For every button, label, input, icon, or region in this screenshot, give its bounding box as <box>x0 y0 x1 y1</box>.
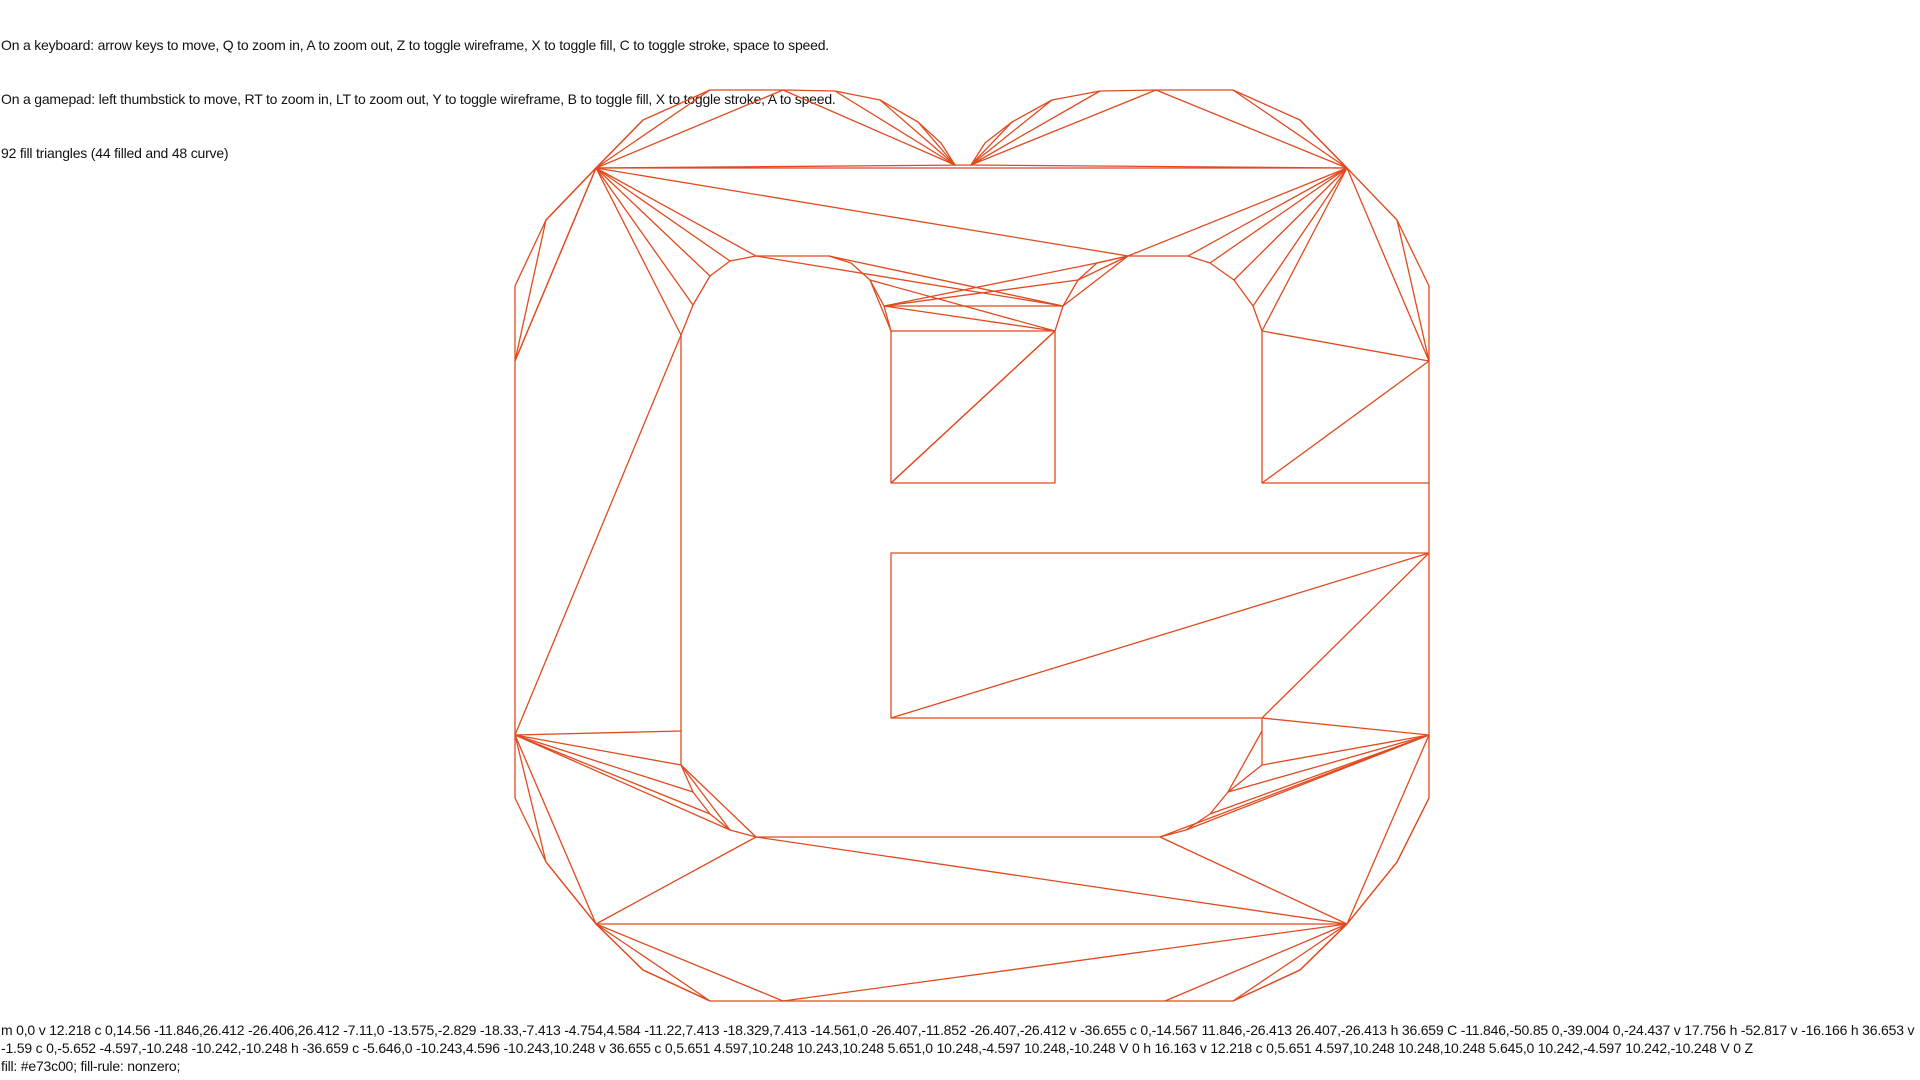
triangulation-edges <box>514 89 1430 1002</box>
outer-outline <box>514 89 1430 1002</box>
wireframe-mesh <box>514 89 1430 1002</box>
path-data-text: m 0,0 v 12.218 c 0,14.56 -11.846,26.412 … <box>1 1022 1915 1056</box>
wireframe-viewport[interactable] <box>0 0 1920 1080</box>
path-info-panel: m 0,0 v 12.218 c 0,14.56 -11.846,26.412 … <box>1 1021 1919 1075</box>
right-cutout <box>756 255 1429 484</box>
path-style-text: fill: #e73c00; fill-rule: nonzero; <box>1 1058 181 1074</box>
